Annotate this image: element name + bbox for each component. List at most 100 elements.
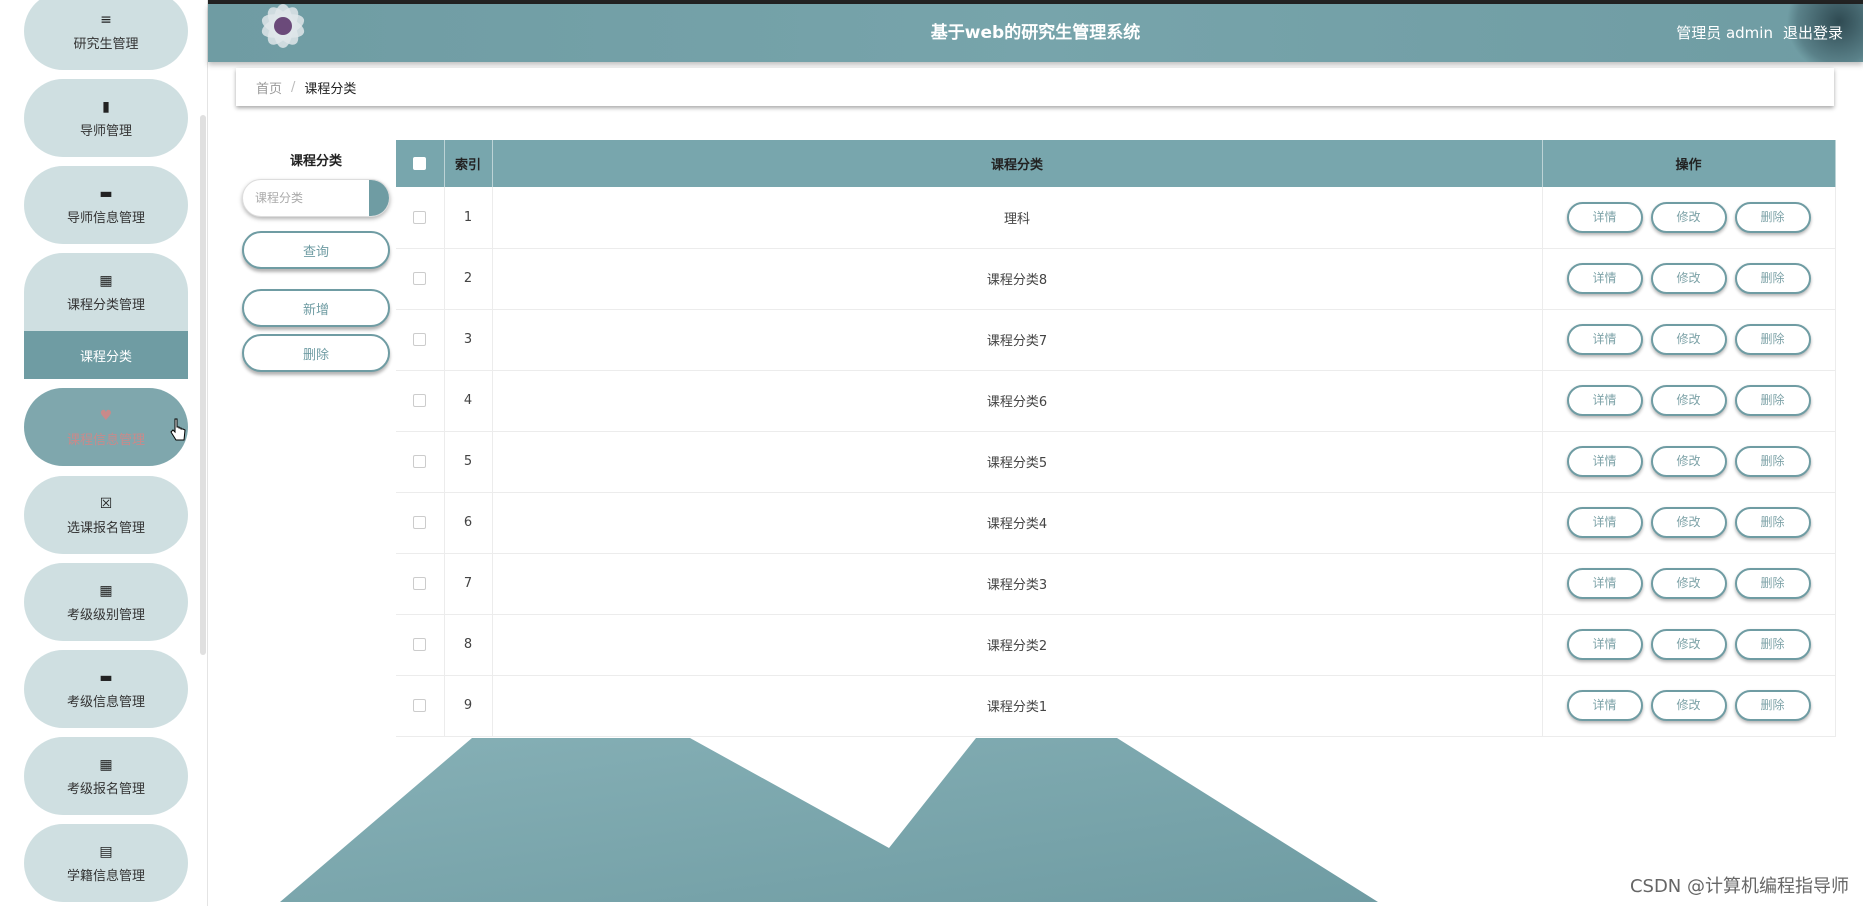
delete-button[interactable]: 删除 [1734, 263, 1811, 294]
row-checkbox[interactable] [413, 699, 427, 712]
row-select-cell [396, 187, 445, 249]
sidebar-item-exam-info[interactable]: ▬ 考级信息管理 [24, 650, 188, 728]
detail-button[interactable]: 详情 [1566, 201, 1643, 233]
row-checkbox[interactable] [413, 455, 427, 468]
sidebar-item-label: 学籍信息管理 [66, 868, 145, 884]
sidebar-item-label: 导师管理 [79, 123, 132, 139]
edit-button[interactable]: 修改 [1650, 324, 1727, 355]
row-checkbox[interactable] [413, 333, 427, 346]
breadcrumb-home[interactable]: 首页 [256, 78, 282, 97]
row-checkbox[interactable] [413, 638, 427, 651]
user-label: 管理员 admin [1676, 24, 1773, 42]
row-ops: 详情 修改 删除 [1542, 675, 1836, 737]
sidebar-item-label: 考级信息管理 [66, 694, 145, 710]
edit-button[interactable]: 修改 [1650, 507, 1727, 538]
sidebar-item-exam-level[interactable]: ▦ 考级级别管理 [24, 563, 188, 641]
edit-button[interactable]: 修改 [1650, 568, 1727, 599]
sidebar-item-student-record[interactable]: ▤ 学籍信息管理 [24, 824, 188, 902]
add-button[interactable]: 新增 [242, 289, 390, 327]
sidebar-item-label: 选课报名管理 [66, 520, 145, 536]
breadcrumb: 首页 / 课程分类 [236, 68, 1834, 106]
batch-delete-button[interactable]: 删除 [242, 334, 390, 372]
table-row: 7 课程分类3 详情 修改 删除 [396, 553, 1836, 615]
row-select-cell [396, 309, 445, 371]
detail-button[interactable]: 详情 [1566, 324, 1643, 355]
column-header-ops: 操作 [1542, 140, 1836, 187]
detail-button[interactable]: 详情 [1566, 263, 1643, 294]
edit-button[interactable]: 修改 [1650, 690, 1727, 721]
row-checkbox[interactable] [413, 577, 427, 590]
list-icon: ≡ [100, 11, 112, 28]
row-category: 理科 [492, 187, 1543, 249]
table-row: 1 理科 详情 修改 删除 [396, 187, 1836, 249]
edit-button[interactable]: 修改 [1650, 201, 1727, 233]
delete-button[interactable]: 删除 [1734, 568, 1811, 599]
detail-button[interactable]: 详情 [1566, 446, 1643, 477]
category-table: 索引 课程分类 操作 1 理科 详情 修改 删除 2 课程分类8 详情 修改 删除 3 课程分类7 详情… [396, 140, 1836, 737]
detail-button[interactable]: 详情 [1566, 690, 1643, 721]
sidebar-item-course-info[interactable]: ♥ 课程信息管理 [24, 388, 188, 466]
sidebar-item-label: 考级级别管理 [66, 607, 145, 623]
category-search-input[interactable] [243, 180, 371, 216]
edit-button[interactable]: 修改 [1650, 446, 1727, 477]
row-checkbox[interactable] [413, 516, 427, 529]
sidebar-item-label: 导师信息管理 [66, 210, 145, 226]
sidebar-item-label: 课程信息管理 [66, 432, 145, 448]
sidebar-subitem-course-category[interactable]: 课程分类 [24, 331, 188, 379]
row-select-cell [396, 492, 445, 554]
breadcrumb-separator: / [291, 79, 296, 95]
logout-link[interactable]: 退出登录 [1783, 24, 1843, 42]
row-ops: 详情 修改 删除 [1542, 553, 1836, 615]
heart-icon: ♥ [99, 407, 113, 424]
select-all-checkbox[interactable] [413, 157, 427, 170]
sidebar-item-advisor-info[interactable]: ▬ 导师信息管理 [24, 166, 188, 244]
sidebar-scrollbar[interactable] [200, 115, 206, 655]
column-header-index: 索引 [444, 140, 493, 187]
row-ops: 详情 修改 删除 [1542, 492, 1836, 554]
row-index: 5 [444, 431, 493, 493]
edit-button[interactable]: 修改 [1650, 263, 1727, 294]
delete-button[interactable]: 删除 [1734, 201, 1811, 233]
detail-button[interactable]: 详情 [1566, 629, 1643, 660]
grid-icon: ▦ [99, 272, 113, 289]
row-category: 课程分类3 [492, 553, 1543, 615]
row-category: 课程分类1 [492, 675, 1543, 737]
delete-button[interactable]: 删除 [1734, 324, 1811, 355]
row-category: 课程分类2 [492, 614, 1543, 676]
row-index: 8 [444, 614, 493, 676]
query-button[interactable]: 查询 [242, 231, 390, 269]
category-search-field[interactable] [242, 179, 390, 217]
edit-button[interactable]: 修改 [1650, 629, 1727, 660]
table-row: 2 课程分类8 详情 修改 删除 [396, 248, 1836, 310]
row-select-cell [396, 431, 445, 493]
edit-button[interactable]: 修改 [1650, 385, 1727, 416]
row-category: 课程分类4 [492, 492, 1543, 554]
detail-button[interactable]: 详情 [1566, 507, 1643, 538]
row-category: 课程分类6 [492, 370, 1543, 432]
delete-button[interactable]: 删除 [1734, 507, 1811, 538]
row-checkbox[interactable] [413, 394, 427, 407]
row-checkbox[interactable] [413, 272, 427, 285]
sidebar-item-course-enroll[interactable]: ☒ 选课报名管理 [24, 476, 188, 554]
filter-label: 课程分类 [289, 154, 342, 169]
row-ops: 详情 修改 删除 [1542, 187, 1836, 249]
sidebar-item-exam-enroll[interactable]: ▦ 考级报名管理 [24, 737, 188, 815]
user-area: 管理员 admin 退出登录 [1666, 4, 1843, 62]
monitor-icon: ▬ [99, 185, 113, 202]
row-checkbox[interactable] [413, 210, 427, 224]
chat-icon: ▬ [99, 669, 113, 686]
delete-button[interactable]: 删除 [1734, 446, 1811, 477]
table-row: 3 课程分类7 详情 修改 删除 [396, 309, 1836, 371]
row-select-cell [396, 248, 445, 310]
delete-button[interactable]: 删除 [1734, 629, 1811, 660]
sidebar-item-course-category[interactable]: ▦ 课程分类管理 [24, 253, 188, 331]
detail-button[interactable]: 详情 [1566, 385, 1643, 416]
delete-button[interactable]: 删除 [1734, 690, 1811, 721]
delete-button[interactable]: 删除 [1734, 385, 1811, 416]
watermark: CSDN @计算机编程指导师 [1629, 876, 1849, 897]
sidebar-item-graduate[interactable]: ≡ 研究生管理 [24, 0, 188, 70]
mouse-pointer-icon [170, 418, 186, 441]
detail-button[interactable]: 详情 [1566, 568, 1643, 599]
sidebar-item-advisor[interactable]: ▮ 导师管理 [24, 79, 188, 157]
row-ops: 详情 修改 删除 [1542, 248, 1836, 310]
